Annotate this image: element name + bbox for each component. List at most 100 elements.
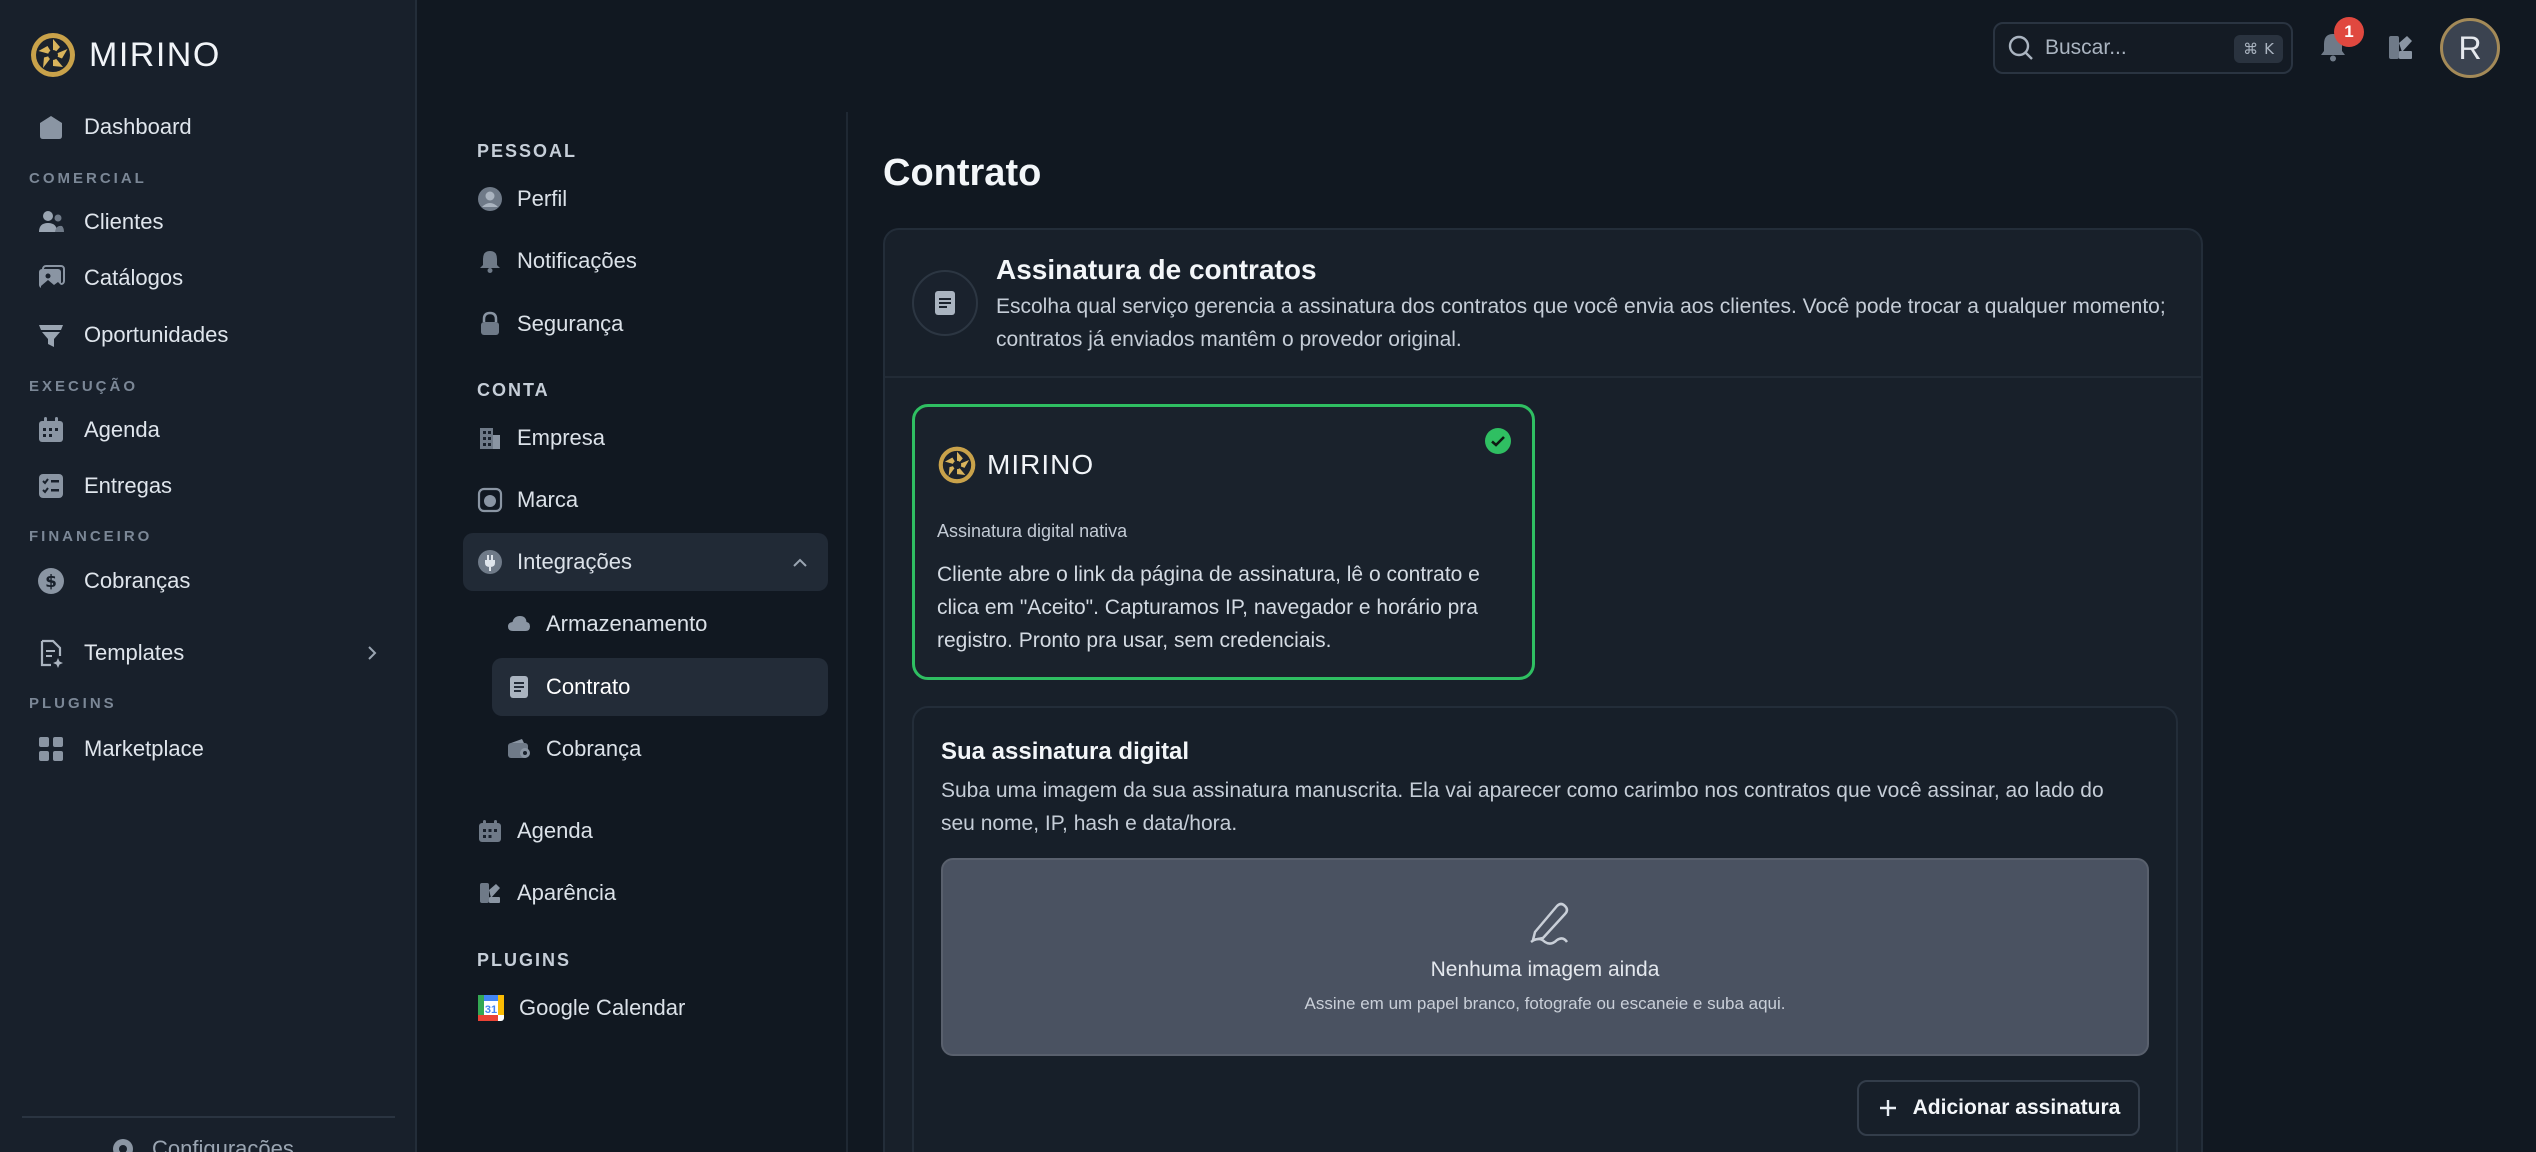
lock-icon <box>477 311 503 337</box>
notification-count-badge: 1 <box>2334 17 2364 47</box>
signature-description: Suba uma imagem da sua assinatura manusc… <box>941 779 2104 835</box>
dropzone-hint: Assine em um papel branco, fotografe ou … <box>1304 994 1786 1013</box>
sidebar-item-label: Catálogos <box>84 265 184 290</box>
dollar-circle-icon: $ <box>36 566 66 596</box>
sidebar-item-label: Cobranças <box>84 568 191 593</box>
users-icon <box>36 207 66 237</box>
settings-item-label: Perfil <box>517 186 568 211</box>
settings-item-perfil[interactable]: Perfil <box>463 170 828 228</box>
global-search[interactable]: ⌘ K <box>1993 22 2293 74</box>
funnel-icon <box>36 320 66 350</box>
check-circle-icon <box>1484 427 1512 455</box>
svg-text:$: $ <box>45 572 57 592</box>
settings-item-armazenamento[interactable]: Armazenamento <box>492 595 828 653</box>
settings-item-notificacoes[interactable]: Notificações <box>463 232 828 290</box>
aperture-logo-icon <box>937 445 977 485</box>
brand-image-icon <box>477 487 503 513</box>
calendar-icon <box>477 818 503 844</box>
page-title: Contrato <box>883 152 1042 194</box>
grid-apps-icon <box>36 734 66 764</box>
provider-option-mirino[interactable]: MIRINO Assinatura digital nativa Cliente… <box>912 404 1535 680</box>
settings-item-aparencia[interactable]: Aparência <box>463 864 828 922</box>
signature-title: Sua assinatura digital <box>941 738 1190 765</box>
add-signature-button[interactable]: Adicionar assinatura <box>1857 1080 2140 1136</box>
search-icon <box>2007 34 2035 62</box>
contract-signature-card: Assinatura de contratos Escolha qual ser… <box>883 228 2203 1152</box>
sidebar-item-agenda[interactable]: Agenda <box>24 406 394 454</box>
brand-name: MIRINO <box>89 35 221 74</box>
provider-name: MIRINO <box>987 449 1095 480</box>
sidebar-item-marketplace[interactable]: Marketplace <box>24 725 394 773</box>
sidebar-item-label: Marketplace <box>84 736 204 761</box>
appearance-toggle-button[interactable] <box>2386 32 2416 67</box>
settings-item-seguranca[interactable]: Segurança <box>463 295 828 353</box>
sidebar-divider <box>22 1116 395 1118</box>
sidebar-item-label: Clientes <box>84 209 164 234</box>
main-sidebar: MIRINO Dashboard COMERCIAL Clientes Catá… <box>0 0 417 1152</box>
settings-item-marca[interactable]: Marca <box>463 471 828 529</box>
palette-icon <box>477 880 503 906</box>
building-icon <box>477 425 503 451</box>
signature-pen-icon <box>1521 896 1573 948</box>
settings-item-label: Aparência <box>517 880 617 905</box>
provider-logo: MIRINO <box>937 445 1094 485</box>
sidebar-item-dashboard[interactable]: Dashboard <box>24 103 394 151</box>
search-input[interactable] <box>2045 36 2225 60</box>
sidebar-item-catalogos[interactable]: Catálogos <box>24 254 394 302</box>
brand-logo[interactable]: MIRINO <box>29 31 221 79</box>
card-header: Assinatura de contratos Escolha qual ser… <box>885 230 2201 378</box>
sidebar-section-plugins: PLUGINS <box>29 695 117 712</box>
sidebar-item-templates[interactable]: Templates <box>24 629 394 677</box>
plug-icon <box>477 549 503 575</box>
settings-section-plugins: PLUGINS <box>477 950 572 970</box>
settings-item-label: Notificações <box>517 248 637 273</box>
settings-item-label: Cobrança <box>546 736 642 761</box>
google-calendar-icon: 31 <box>477 994 505 1022</box>
signature-dropzone[interactable]: Nenhuma imagem ainda Assine em um papel … <box>941 858 2149 1056</box>
plus-icon <box>1877 1097 1899 1119</box>
shortcut-key: K <box>2264 40 2274 58</box>
provider-description: Cliente abre o link da página de assinat… <box>937 563 1480 652</box>
settings-item-contrato[interactable]: Contrato <box>492 658 828 716</box>
chevron-up-icon <box>790 553 810 573</box>
settings-item-cobranca[interactable]: Cobrança <box>492 720 828 778</box>
sidebar-item-oportunidades[interactable]: Oportunidades <box>24 311 394 359</box>
calendar-icon <box>36 415 66 445</box>
settings-item-google-calendar[interactable]: 31 Google Calendar <box>463 979 828 1037</box>
card-title: Assinatura de contratos <box>996 254 1317 285</box>
add-signature-label: Adicionar assinatura <box>1912 1096 2121 1119</box>
sidebar-item-label: Oportunidades <box>84 322 229 347</box>
bell-icon <box>477 248 503 274</box>
sidebar-item-label: Templates <box>84 640 185 665</box>
aperture-logo-icon <box>29 31 77 79</box>
settings-item-agenda[interactable]: Agenda <box>463 802 828 860</box>
settings-section-pessoal: PESSOAL <box>477 141 578 161</box>
user-avatar[interactable]: R <box>2440 18 2500 78</box>
sidebar-item-configuracoes[interactable]: Configurações <box>108 1134 294 1152</box>
sidebar-item-entregas[interactable]: Entregas <box>24 462 394 510</box>
settings-item-label: Integrações <box>517 549 632 574</box>
sidebar-item-label: Entregas <box>84 473 173 498</box>
sidebar-section-execucao: EXECUÇÃO <box>29 378 139 395</box>
settings-item-empresa[interactable]: Empresa <box>463 409 828 467</box>
sidebar-item-label: Agenda <box>84 417 160 442</box>
palette-icon <box>2386 32 2416 62</box>
settings-section-conta: CONTA <box>477 380 550 400</box>
contract-document-icon-wrap <box>912 270 978 336</box>
settings-item-label: Contrato <box>546 674 631 699</box>
card-description: Escolha qual serviço gerencia a assinatu… <box>996 295 2166 351</box>
settings-item-integracoes[interactable]: Integrações <box>463 533 828 591</box>
chevron-right-icon <box>362 643 382 663</box>
search-shortcut-hint: ⌘ K <box>2234 35 2283 63</box>
command-key-icon: ⌘ <box>2243 40 2259 58</box>
sidebar-section-financeiro: FINANCEIRO <box>29 528 153 545</box>
gear-icon <box>108 1134 138 1152</box>
document-sparkle-icon <box>36 638 66 668</box>
cloud-icon <box>506 611 532 637</box>
sidebar-item-clientes[interactable]: Clientes <box>24 198 394 246</box>
sidebar-item-cobrancas[interactable]: $ Cobranças <box>24 557 394 605</box>
sidebar-item-label: Dashboard <box>84 114 192 139</box>
document-icon <box>932 289 958 317</box>
sidebar-section-comercial: COMERCIAL <box>29 170 147 187</box>
checklist-icon <box>36 471 66 501</box>
